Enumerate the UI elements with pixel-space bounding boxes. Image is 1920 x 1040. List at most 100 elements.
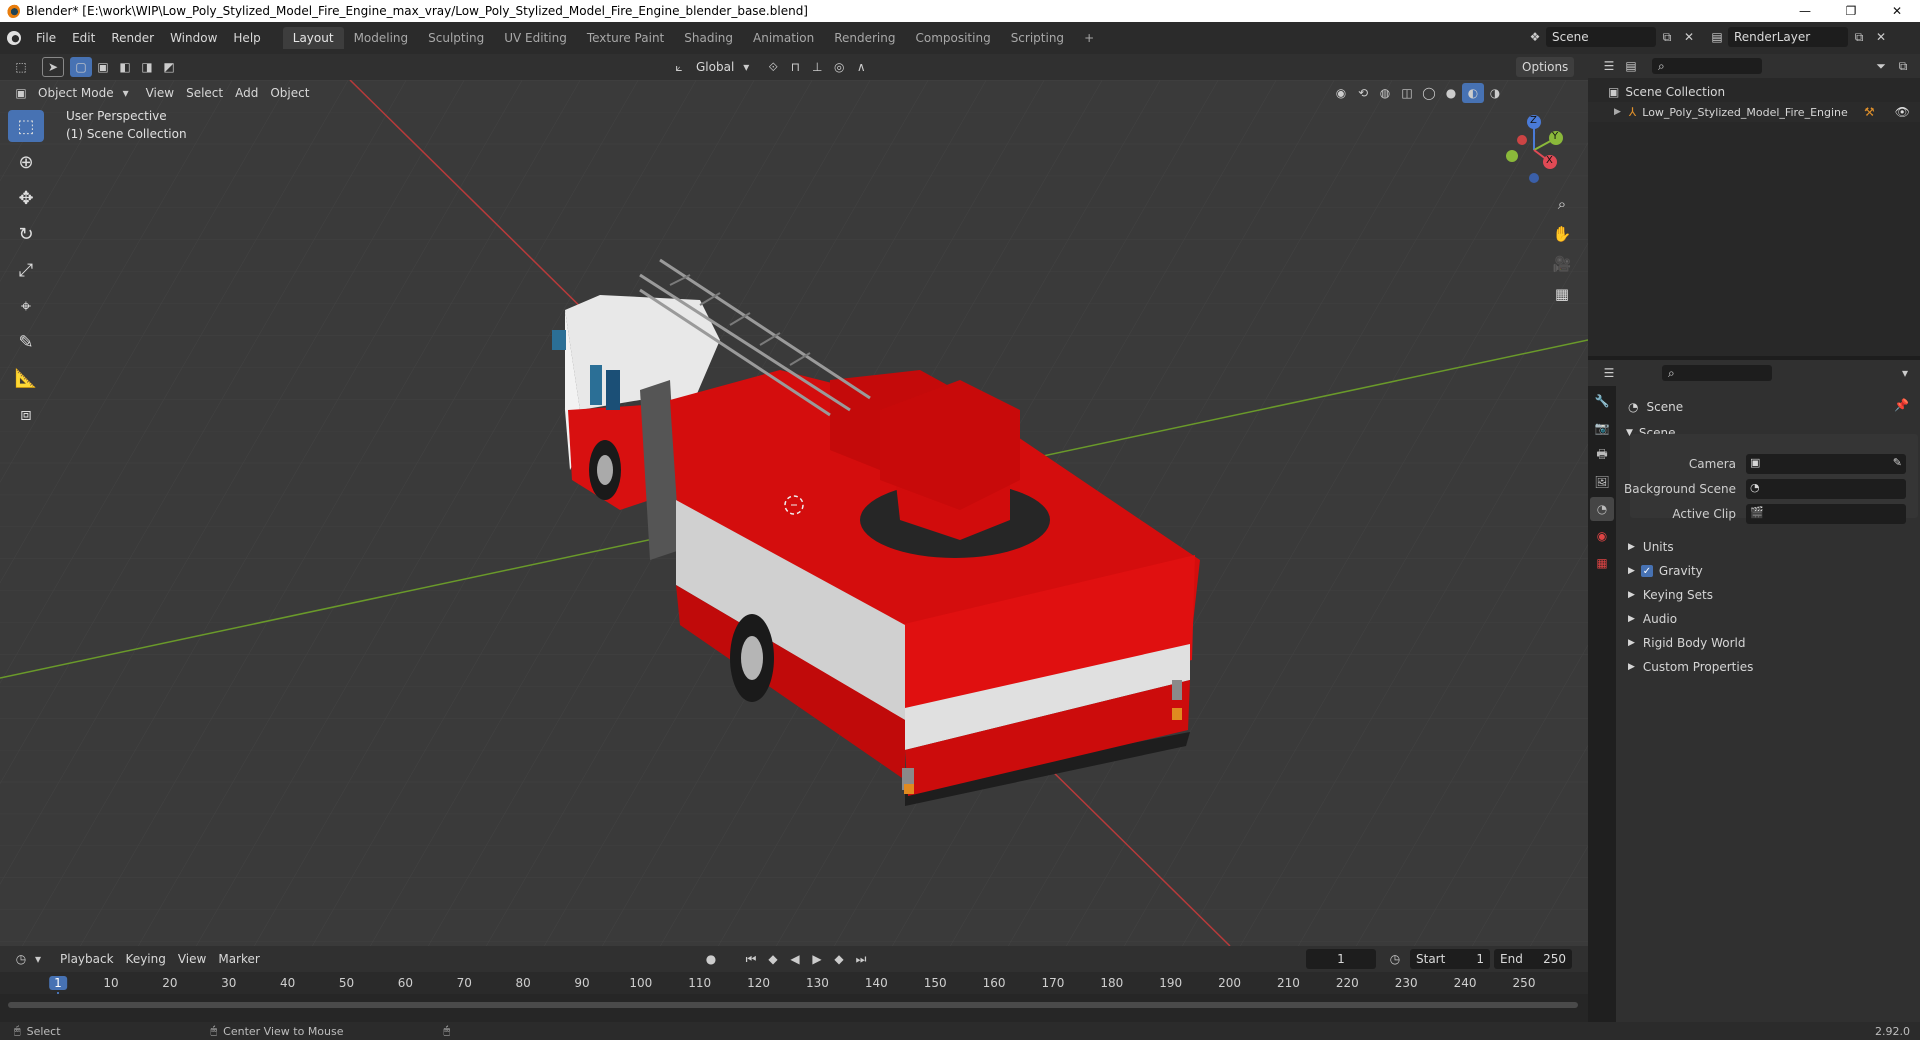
editor-type-icon[interactable]: ⬚ [10,57,32,77]
falloff-icon[interactable]: ∧ [850,57,872,77]
overlay-toggle-icon[interactable]: ◍ [1374,83,1396,103]
move-tool-icon[interactable]: ✥ [8,182,44,214]
timeline-ruler[interactable]: 1 10 20 30 40 50 60 70 80 90 100 110 120 130 140 150 160… [0,972,1588,1022]
tool-tab-icon[interactable]: 🔧 [1590,389,1614,413]
snap-target-icon[interactable]: ⊥ [806,57,828,77]
visibility-icon[interactable]: ◉ [1330,83,1352,103]
render-tab-icon[interactable]: 📷 [1590,416,1614,440]
outliner-editor-icon[interactable]: ☰ [1598,56,1620,76]
timeline-editor-icon[interactable]: ◷ [10,949,32,969]
menu-object[interactable]: Object [264,83,315,103]
add-cube-tool-icon[interactable]: ⧈ [8,398,44,430]
properties-editor-icon[interactable]: ☰ [1598,363,1620,383]
select-extend-icon[interactable]: ▣ [92,57,114,77]
pan-hand-icon[interactable]: ✋ [1548,220,1576,248]
menu-select[interactable]: Select [180,83,229,103]
renderlayer-field[interactable]: RenderLayer [1728,27,1848,47]
view-layer-icon[interactable]: ▤ [1706,27,1728,47]
end-frame-field[interactable]: End 250 [1494,949,1572,969]
gravity-checkbox[interactable]: ✓ [1640,565,1653,577]
tab-uv-editing[interactable]: UV Editing [494,27,577,49]
camera-view-icon[interactable]: 🎥 [1548,250,1576,278]
tab-scripting[interactable]: Scripting [1001,27,1074,49]
eyedropper-icon[interactable]: ✎ [1893,456,1902,469]
active-clip-field[interactable]: 🎬 [1746,504,1906,524]
menu-window[interactable]: Window [162,27,225,49]
camera-field[interactable]: ▣ ✎ [1746,454,1906,474]
outliner-search-input[interactable]: ⌕ [1652,58,1762,74]
select-invert-icon[interactable]: ◨ [136,57,158,77]
menu-render[interactable]: Render [103,27,162,49]
filter-icon[interactable]: ⏷ [1870,56,1892,76]
new-layer-icon[interactable]: ⧉ [1848,27,1870,47]
tab-modeling[interactable]: Modeling [344,27,419,49]
audio-panel[interactable]: ▶ Audio [1628,608,1677,630]
rotate-tool-icon[interactable]: ↻ [8,218,44,250]
solid-shading-icon[interactable]: ● [1440,83,1462,103]
new-collection-icon[interactable]: ⧉ [1892,56,1914,76]
select-tool-icon[interactable]: ➤ [42,57,64,77]
jump-end-icon[interactable]: ⏭ [850,949,872,969]
gizmo-toggle-icon[interactable]: ⟲ [1352,83,1374,103]
menu-marker[interactable]: Marker [212,949,265,969]
timeline-body[interactable] [0,994,1588,1022]
menu-add[interactable]: Add [229,83,264,103]
menu-file[interactable]: File [28,27,64,49]
tab-sculpting[interactable]: Sculpting [418,27,494,49]
tab-compositing[interactable]: Compositing [905,27,1000,49]
delete-layer-icon[interactable]: ✕ [1870,27,1892,47]
play-icon[interactable]: ▶ [806,949,828,969]
scene-selector-icon[interactable]: ❖ [1524,27,1546,47]
outliner-scene-collection[interactable]: ▣ Scene Collection [1588,82,1920,102]
expand-arrow-icon[interactable]: ▶ [1614,107,1621,117]
outliner-item[interactable]: ▶ ⅄ Low_Poly_Stylized_Model_Fire_Engine … [1588,102,1920,122]
record-icon[interactable]: ● [700,949,722,969]
blender-menu-icon[interactable] [0,31,28,45]
orientation-dropdown[interactable]: Global [690,57,740,77]
select-box-tool-icon[interactable]: ⬚ [8,110,44,142]
new-scene-icon[interactable]: ⧉ [1656,27,1678,47]
options-dropdown[interactable]: Options [1516,57,1575,77]
world-tab-icon[interactable]: ◉ [1590,524,1614,548]
keying-sets-panel[interactable]: ▶ Keying Sets [1628,584,1713,606]
add-workspace-button[interactable]: + [1074,27,1104,49]
prev-keyframe-icon[interactable]: ◆ [762,949,784,969]
close-button[interactable]: ✕ [1874,0,1920,22]
menu-playback[interactable]: Playback [54,949,120,969]
tab-layout[interactable]: Layout [282,27,344,49]
wireframe-shading-icon[interactable]: ◯ [1418,83,1440,103]
proportional-edit-icon[interactable]: ◎ [828,57,850,77]
visibility-eye-icon[interactable]: 👁 [1895,105,1910,119]
select-subtract-icon[interactable]: ◧ [114,57,136,77]
gravity-panel[interactable]: ▶ ✓ Gravity [1628,560,1703,582]
tab-texture-paint[interactable]: Texture Paint [577,27,674,49]
xray-icon[interactable]: ◫ [1396,83,1418,103]
3d-viewport[interactable]: ▣ Object Mode ▾ View Select Add Object ◉… [0,80,1588,946]
grid-view-icon[interactable]: ▦ [1548,280,1576,308]
pivot-icon[interactable]: ⟐ [762,57,784,77]
jump-start-icon[interactable]: ⏮ [740,949,762,969]
timeline-scrollbar[interactable] [8,1002,1578,1008]
tab-rendering[interactable]: Rendering [824,27,905,49]
menu-view[interactable]: View [140,83,180,103]
start-frame-field[interactable]: Start 1 [1410,949,1490,969]
background-scene-field[interactable]: ◔ [1746,479,1906,499]
orientation-icon[interactable]: ⟀ [668,57,690,77]
transform-tool-icon[interactable]: ⌖ [8,290,44,322]
zoom-icon[interactable]: ⌕ [1548,190,1576,218]
clock-icon[interactable]: ◷ [1384,949,1406,969]
menu-edit[interactable]: Edit [64,27,103,49]
menu-help[interactable]: Help [225,27,268,49]
play-reverse-icon[interactable]: ◀ [784,949,806,969]
tab-shading[interactable]: Shading [674,27,743,49]
scale-tool-icon[interactable]: ⤢ [8,254,44,286]
delete-scene-icon[interactable]: ✕ [1678,27,1700,47]
minimize-button[interactable]: — [1782,0,1828,22]
select-intersect-icon[interactable]: ◩ [158,57,180,77]
menu-keying[interactable]: Keying [120,949,172,969]
texture-tab-icon[interactable]: ▦ [1590,551,1614,575]
rendered-shading-icon[interactable]: ◑ [1484,83,1506,103]
units-panel[interactable]: ▶ Units [1628,536,1674,558]
rigid-body-world-panel[interactable]: ▶ Rigid Body World [1628,632,1745,654]
menu-timeline-view[interactable]: View [172,949,212,969]
